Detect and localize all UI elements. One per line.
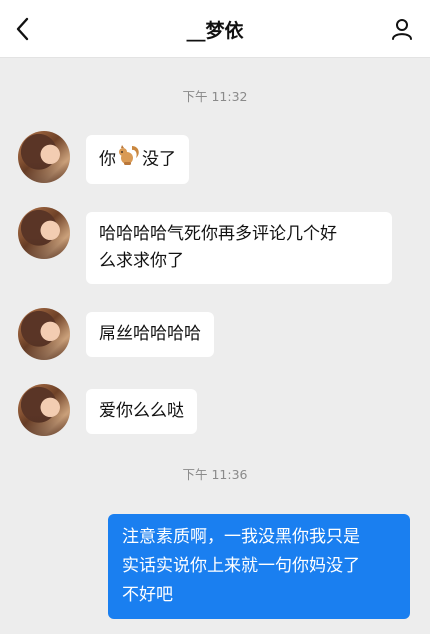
message-line: 哈哈哈哈气死你再多评论几个好: [99, 224, 337, 244]
message-text: 爱你么么哒: [99, 401, 184, 421]
incoming-message[interactable]: 哈哈哈哈气死你再多评论几个好 么求求你了: [86, 212, 392, 284]
outgoing-message[interactable]: 注意素质啊，一我没黑你我只是 实话实说你上来就一句你妈没了 不好吧: [108, 514, 410, 619]
incoming-message[interactable]: 你 没了: [86, 135, 189, 184]
contact-avatar[interactable]: [18, 131, 70, 183]
message-text: 屌丝哈哈哈哈: [99, 324, 201, 344]
squirrel-emoji-icon: [117, 144, 141, 175]
user-icon: [392, 19, 412, 40]
message-line: 注意素质啊，一我没黑你我只是: [122, 527, 360, 547]
chat-screen: __梦依 下午 11:32 你 没了 哈哈哈哈气死你再多评论几个好 么求求你了: [0, 0, 430, 634]
message-line: 不好吧: [122, 585, 173, 605]
message-line: 么求求你了: [99, 251, 184, 271]
chat-header: __梦依: [0, 0, 430, 58]
contact-avatar[interactable]: [18, 308, 70, 360]
message-text: 没了: [142, 149, 176, 170]
contact-name: __梦依: [186, 20, 244, 42]
message-timestamp: 下午 11:36: [182, 467, 248, 482]
message-timestamp: 下午 11:32: [182, 89, 248, 104]
incoming-message[interactable]: 屌丝哈哈哈哈: [86, 312, 214, 357]
message-text: 你: [99, 149, 116, 170]
contact-avatar[interactable]: [18, 207, 70, 259]
message-line: 实话实说你上来就一句你妈没了: [122, 556, 360, 576]
profile-button[interactable]: [386, 13, 418, 45]
contact-avatar[interactable]: [18, 384, 70, 436]
incoming-message[interactable]: 爱你么么哒: [86, 389, 197, 434]
